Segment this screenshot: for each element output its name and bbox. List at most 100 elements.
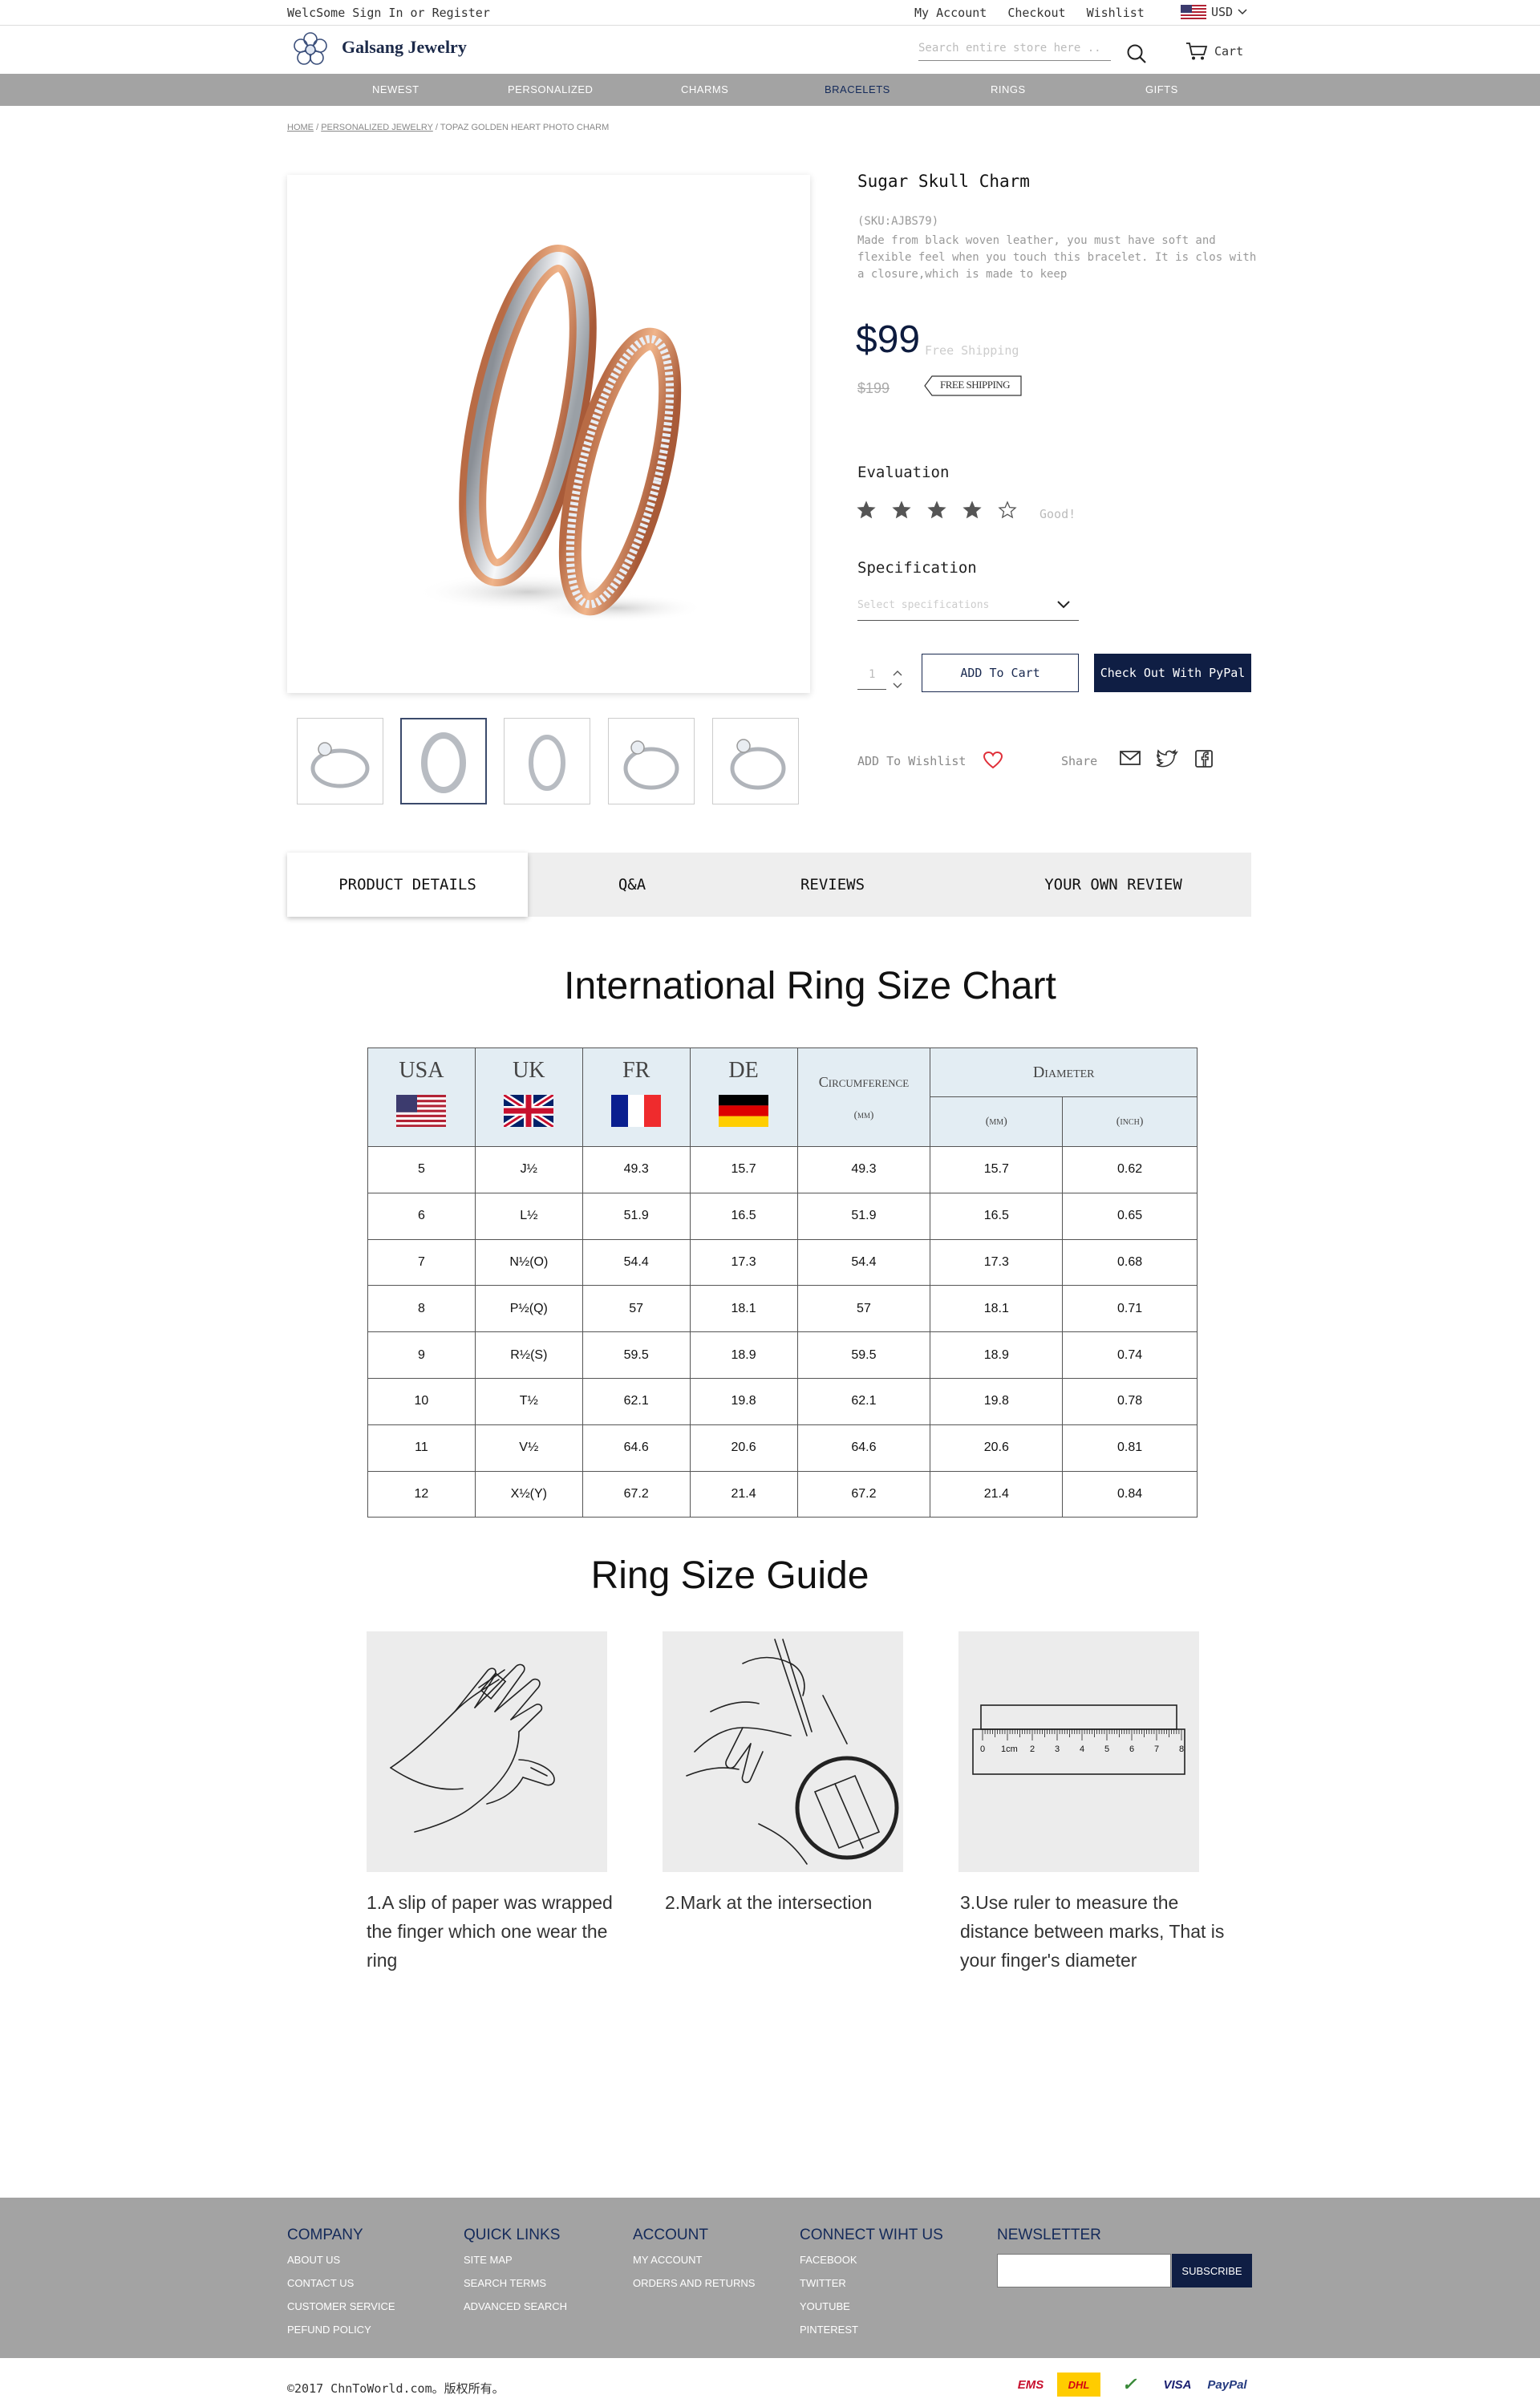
thumbnail[interactable]: [608, 718, 695, 804]
add-to-cart-button[interactable]: ADD To Cart: [922, 654, 1079, 692]
footer-link[interactable]: FACEBOOK: [800, 2254, 943, 2266]
table-cell: 49.3: [796, 1146, 931, 1193]
thumbnail[interactable]: [712, 718, 799, 804]
nav-item-charms[interactable]: CHARMS: [681, 83, 728, 95]
tab-reviews[interactable]: REVIEWS: [768, 853, 897, 917]
dhl-logo: DHL: [1057, 2373, 1100, 2397]
footer-link[interactable]: CUSTOMER SERVICE: [287, 2300, 395, 2312]
breadcrumb-separator: /: [435, 123, 438, 132]
my-account-link[interactable]: My Account: [914, 6, 987, 20]
star-filled-icon[interactable]: [857, 500, 876, 520]
table-cell: 51.9: [796, 1192, 931, 1240]
footer: COMPANY ABOUT US CONTACT US CUSTOMER SER…: [0, 2198, 1540, 2358]
footer-link[interactable]: SITE MAP: [464, 2254, 567, 2266]
size-guide-title: Ring Size Guide: [590, 1554, 869, 1597]
footer-link[interactable]: YOUTUBE: [800, 2300, 943, 2312]
quantity-input[interactable]: 1: [857, 664, 886, 690]
nav-item-gifts[interactable]: GIFTS: [1145, 83, 1178, 95]
breadcrumb-home[interactable]: HOME: [287, 123, 314, 132]
table-cell: 21.4: [689, 1470, 798, 1518]
search-icon[interactable]: [1126, 43, 1147, 64]
subscribe-button[interactable]: SUBSCRIBE: [1172, 2254, 1252, 2287]
star-filled-icon[interactable]: [927, 500, 946, 520]
footer-column-company: COMPANY ABOUT US CONTACT US CUSTOMER SER…: [287, 2227, 395, 2347]
brand-name[interactable]: Galsang Jewelry: [342, 37, 467, 58]
newsletter-email-input[interactable]: [997, 2254, 1171, 2287]
footer-link[interactable]: ADVANCED SEARCH: [464, 2300, 567, 2312]
evaluation-label: Evaluation: [857, 464, 950, 481]
footer-column-quick-links: QUICK LINKS SITE MAP SEARCH TERMS ADVANC…: [464, 2227, 567, 2324]
twitter-icon[interactable]: [1156, 749, 1178, 768]
table-cell: 15.7: [930, 1146, 1064, 1193]
heart-icon[interactable]: [983, 751, 1003, 770]
thumbnail[interactable]: [400, 718, 487, 804]
table-cell: 54.4: [582, 1238, 691, 1287]
nav-item-bracelets[interactable]: BRACELETS: [825, 83, 890, 95]
product-main-image[interactable]: [287, 175, 810, 693]
share-label: Share: [1061, 754, 1098, 768]
france-flag-icon: [611, 1095, 662, 1127]
badge-label: FREE SHIPPING: [940, 379, 1011, 391]
table-cell: 62.1: [582, 1377, 691, 1425]
currency-selector[interactable]: USD: [1181, 5, 1247, 19]
checkout-paypal-button[interactable]: Check Out With PyPal: [1094, 654, 1251, 692]
table-cell: 18.9: [930, 1331, 1064, 1379]
add-to-wishlist-link[interactable]: ADD To Wishlist: [857, 754, 966, 768]
column-header-diameter-mm: (mm): [930, 1096, 1064, 1147]
table-cell: 8: [367, 1285, 476, 1333]
footer-link[interactable]: SEARCH TERMS: [464, 2277, 567, 2289]
checkout-link[interactable]: Checkout: [1007, 6, 1065, 20]
table-cell: 19.8: [689, 1377, 798, 1425]
nav-item-personalized[interactable]: PERSONALIZED: [508, 83, 593, 95]
thumbnail[interactable]: [504, 718, 590, 804]
table-cell: 67.2: [796, 1470, 931, 1518]
mark-intersection-illustration: [686, 1639, 899, 1865]
tab-qa[interactable]: Q&A: [568, 853, 696, 917]
free-shipping-note: Free Shipping: [925, 343, 1019, 358]
footer-link[interactable]: ORDERS AND RETURNS: [633, 2277, 755, 2289]
welcome-text[interactable]: WelcSome Sign In or Register: [287, 6, 490, 20]
logo-icon[interactable]: [290, 30, 330, 69]
ring-thumbnail-image: [623, 740, 679, 790]
column-header-de: DE: [689, 1047, 798, 1147]
footer-link[interactable]: PEFUND POLICY: [287, 2324, 395, 2336]
uk-flag-icon: [504, 1095, 554, 1127]
table-cell: 16.5: [689, 1192, 798, 1240]
rating-stars[interactable]: [857, 500, 1017, 520]
nav-item-rings[interactable]: RINGS: [991, 83, 1026, 95]
nav-item-newest[interactable]: NEWEST: [372, 83, 419, 95]
specification-select[interactable]: Select specifications: [857, 595, 1079, 621]
search-input[interactable]: Search entire store here ..: [918, 40, 1111, 61]
table-cell: 0.65: [1062, 1192, 1198, 1240]
cart-button[interactable]: Cart: [1185, 42, 1243, 61]
table-cell: 6: [367, 1192, 476, 1240]
us-flag-icon: [1181, 5, 1206, 19]
thumbnail[interactable]: [297, 718, 383, 804]
quantity-stepper[interactable]: [892, 667, 903, 691]
table-cell: 17.3: [930, 1238, 1064, 1287]
footer-link[interactable]: PINTEREST: [800, 2324, 943, 2336]
star-filled-icon[interactable]: [892, 500, 911, 520]
footer-link[interactable]: ABOUT US: [287, 2254, 395, 2266]
germany-flag-icon: [719, 1095, 769, 1127]
footer-link[interactable]: MY ACCOUNT: [633, 2254, 755, 2266]
star-empty-icon[interactable]: [998, 500, 1017, 520]
table-row: 12 X½(Y) 67.2 21.4 67.2 21.4 0.84: [367, 1470, 1198, 1518]
facebook-icon[interactable]: [1194, 749, 1214, 768]
ruler-mark-label: 4: [1080, 1744, 1084, 1754]
mail-icon[interactable]: [1119, 749, 1141, 767]
wishlist-link[interactable]: Wishlist: [1087, 6, 1145, 20]
column-header-label: FR: [622, 1058, 650, 1083]
footer-column-connect: CONNECT WIHT US FACEBOOK TWITTER YOUTUBE…: [800, 2227, 943, 2347]
guide-illustration-wrap: [663, 1631, 903, 1872]
ring-thumbnail-image: [421, 732, 466, 793]
circumference-label: Circumference: [818, 1073, 910, 1090]
hand-paper-illustration: [390, 1663, 555, 1833]
footer-link[interactable]: CONTACT US: [287, 2277, 395, 2289]
breadcrumb-category[interactable]: PERSONALIZED JEWELRY: [321, 123, 433, 132]
tab-your-own-review[interactable]: YOUR OWN REVIEW: [993, 853, 1234, 917]
tab-product-details[interactable]: PRODUCT DETAILS: [287, 853, 528, 917]
star-filled-icon[interactable]: [962, 500, 982, 520]
table-cell: X½(Y): [474, 1470, 583, 1518]
footer-link[interactable]: TWITTER: [800, 2277, 943, 2289]
